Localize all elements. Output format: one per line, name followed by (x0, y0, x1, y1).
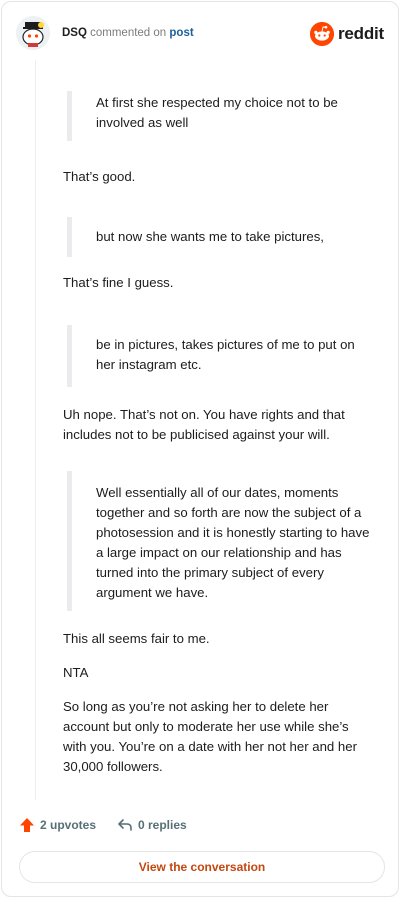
comment-header: DSQ commented on post reddit (16, 16, 384, 52)
comment-paragraph: So long as you’re not asking her to dele… (63, 699, 357, 774)
comment-body: At first she respected my choice not to … (63, 91, 373, 777)
action-text: commented on (90, 27, 167, 39)
reddit-wordmark: reddit (337, 24, 384, 43)
replies-button[interactable]: 0 replies (116, 816, 187, 834)
upvotes-count: 2 upvotes (40, 818, 97, 832)
upvote-arrow-icon (20, 818, 34, 832)
upvote-button[interactable]: 2 upvotes (18, 816, 96, 834)
comment-footer: 2 upvotes 0 replies (18, 816, 382, 838)
comment-paragraph: That’s good. (63, 169, 136, 184)
comment-paragraph: NTA (63, 665, 89, 680)
replies-count: 0 replies (138, 818, 187, 832)
user-avatar[interactable] (16, 16, 50, 50)
blockquote: be in pictures, takes pictures of me to … (67, 325, 373, 387)
blockquote: but now she wants me to take pictures, (67, 217, 373, 257)
reply-arrow-icon (118, 819, 132, 831)
thread-line[interactable] (35, 60, 36, 800)
comment-card: DSQ commented on post reddit At first sh… (1, 1, 399, 897)
header-text: DSQ commented on post (62, 27, 194, 39)
comment-paragraph: This all seems fair to me. (63, 631, 210, 646)
username-link[interactable]: DSQ (62, 27, 87, 39)
comment-paragraph: That’s fine I guess. (63, 275, 174, 290)
post-link[interactable]: post (169, 27, 193, 39)
reddit-snoo-icon (309, 22, 334, 46)
blockquote: Well essentially all of our dates, momen… (67, 471, 373, 611)
blockquote: At first she respected my choice not to … (67, 91, 373, 141)
view-conversation-button[interactable]: View the conversation (19, 851, 385, 883)
snoo-avatar-icon (16, 16, 50, 50)
reddit-logo[interactable]: reddit (309, 21, 384, 47)
comment-paragraph: Uh nope. That’s not on. You have rights … (63, 407, 345, 442)
